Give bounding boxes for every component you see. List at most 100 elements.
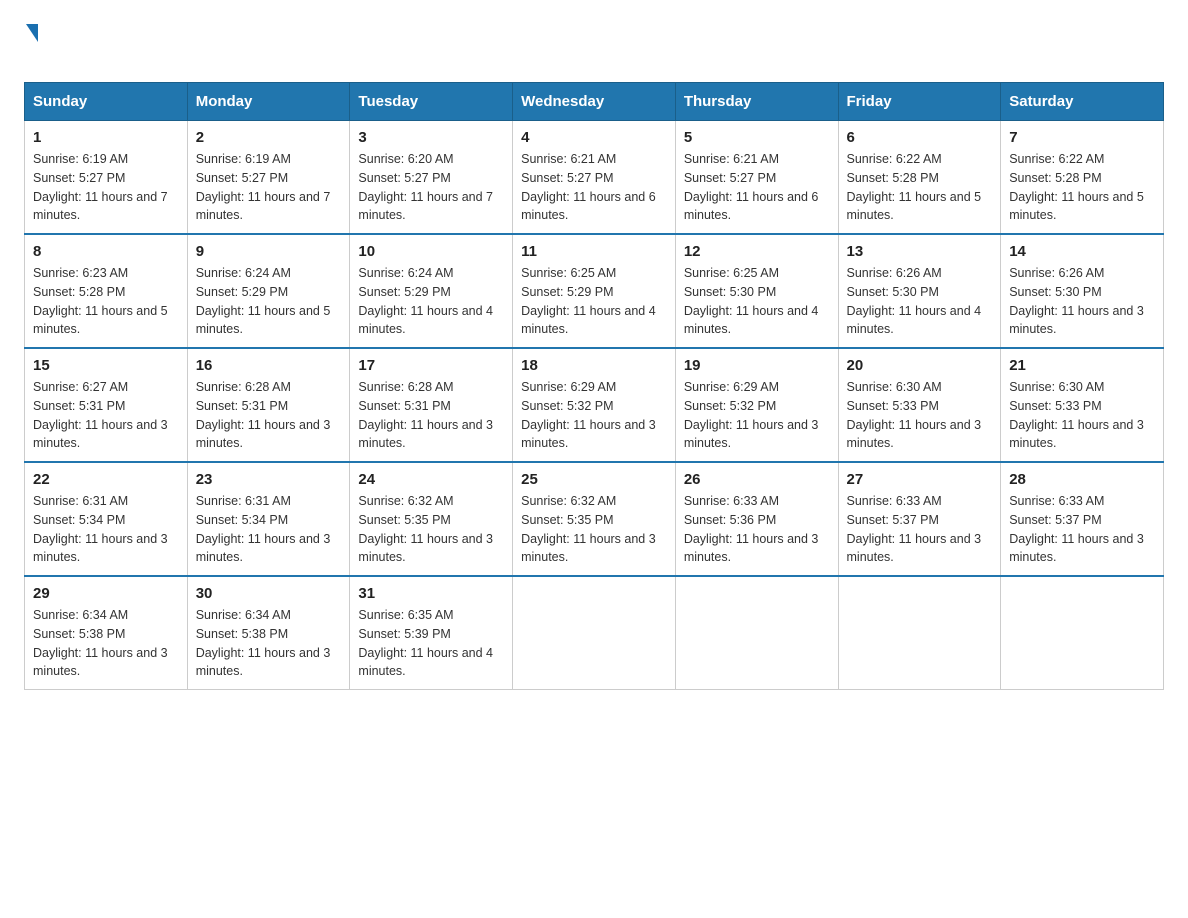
day-number: 6 [847, 129, 993, 146]
day-info: Sunrise: 6:29 AMSunset: 5:32 PMDaylight:… [521, 380, 656, 450]
day-info: Sunrise: 6:28 AMSunset: 5:31 PMDaylight:… [358, 380, 493, 450]
calendar-cell: 31 Sunrise: 6:35 AMSunset: 5:39 PMDaylig… [350, 576, 513, 690]
calendar-cell: 4 Sunrise: 6:21 AMSunset: 5:27 PMDayligh… [513, 121, 676, 235]
day-info: Sunrise: 6:19 AMSunset: 5:27 PMDaylight:… [33, 152, 168, 222]
calendar-cell: 24 Sunrise: 6:32 AMSunset: 5:35 PMDaylig… [350, 462, 513, 576]
calendar-cell: 17 Sunrise: 6:28 AMSunset: 5:31 PMDaylig… [350, 348, 513, 462]
day-number: 20 [847, 357, 993, 374]
day-number: 27 [847, 471, 993, 488]
calendar-week-row: 1 Sunrise: 6:19 AMSunset: 5:27 PMDayligh… [25, 121, 1164, 235]
day-info: Sunrise: 6:22 AMSunset: 5:28 PMDaylight:… [1009, 152, 1144, 222]
calendar-cell: 3 Sunrise: 6:20 AMSunset: 5:27 PMDayligh… [350, 121, 513, 235]
calendar-cell: 27 Sunrise: 6:33 AMSunset: 5:37 PMDaylig… [838, 462, 1001, 576]
day-number: 8 [33, 243, 179, 260]
calendar-cell: 10 Sunrise: 6:24 AMSunset: 5:29 PMDaylig… [350, 234, 513, 348]
calendar-cell: 6 Sunrise: 6:22 AMSunset: 5:28 PMDayligh… [838, 121, 1001, 235]
calendar-week-row: 29 Sunrise: 6:34 AMSunset: 5:38 PMDaylig… [25, 576, 1164, 690]
day-info: Sunrise: 6:32 AMSunset: 5:35 PMDaylight:… [521, 494, 656, 564]
day-info: Sunrise: 6:33 AMSunset: 5:37 PMDaylight:… [847, 494, 982, 564]
calendar-cell: 8 Sunrise: 6:23 AMSunset: 5:28 PMDayligh… [25, 234, 188, 348]
calendar-cell: 15 Sunrise: 6:27 AMSunset: 5:31 PMDaylig… [25, 348, 188, 462]
day-info: Sunrise: 6:31 AMSunset: 5:34 PMDaylight:… [196, 494, 331, 564]
calendar-week-row: 22 Sunrise: 6:31 AMSunset: 5:34 PMDaylig… [25, 462, 1164, 576]
day-info: Sunrise: 6:31 AMSunset: 5:34 PMDaylight:… [33, 494, 168, 564]
day-info: Sunrise: 6:34 AMSunset: 5:38 PMDaylight:… [196, 608, 331, 678]
header-monday: Monday [187, 83, 350, 121]
day-info: Sunrise: 6:35 AMSunset: 5:39 PMDaylight:… [358, 608, 493, 678]
calendar-cell [838, 576, 1001, 690]
calendar-cell: 9 Sunrise: 6:24 AMSunset: 5:29 PMDayligh… [187, 234, 350, 348]
day-number: 25 [521, 471, 667, 488]
calendar-cell: 13 Sunrise: 6:26 AMSunset: 5:30 PMDaylig… [838, 234, 1001, 348]
day-number: 10 [358, 243, 504, 260]
day-info: Sunrise: 6:26 AMSunset: 5:30 PMDaylight:… [847, 266, 982, 336]
calendar-cell: 30 Sunrise: 6:34 AMSunset: 5:38 PMDaylig… [187, 576, 350, 690]
day-number: 4 [521, 129, 667, 146]
header-thursday: Thursday [675, 83, 838, 121]
calendar-cell: 26 Sunrise: 6:33 AMSunset: 5:36 PMDaylig… [675, 462, 838, 576]
day-number: 26 [684, 471, 830, 488]
day-number: 15 [33, 357, 179, 374]
day-number: 12 [684, 243, 830, 260]
calendar-cell: 29 Sunrise: 6:34 AMSunset: 5:38 PMDaylig… [25, 576, 188, 690]
day-number: 1 [33, 129, 179, 146]
calendar-cell: 12 Sunrise: 6:25 AMSunset: 5:30 PMDaylig… [675, 234, 838, 348]
calendar-cell: 21 Sunrise: 6:30 AMSunset: 5:33 PMDaylig… [1001, 348, 1164, 462]
calendar-cell [513, 576, 676, 690]
day-number: 5 [684, 129, 830, 146]
calendar-cell: 19 Sunrise: 6:29 AMSunset: 5:32 PMDaylig… [675, 348, 838, 462]
day-info: Sunrise: 6:33 AMSunset: 5:37 PMDaylight:… [1009, 494, 1144, 564]
day-info: Sunrise: 6:23 AMSunset: 5:28 PMDaylight:… [33, 266, 168, 336]
calendar-cell: 2 Sunrise: 6:19 AMSunset: 5:27 PMDayligh… [187, 121, 350, 235]
calendar-header-row: SundayMondayTuesdayWednesdayThursdayFrid… [25, 83, 1164, 121]
day-info: Sunrise: 6:25 AMSunset: 5:30 PMDaylight:… [684, 266, 819, 336]
calendar-cell [1001, 576, 1164, 690]
day-number: 9 [196, 243, 342, 260]
header-tuesday: Tuesday [350, 83, 513, 121]
calendar-week-row: 8 Sunrise: 6:23 AMSunset: 5:28 PMDayligh… [25, 234, 1164, 348]
day-info: Sunrise: 6:27 AMSunset: 5:31 PMDaylight:… [33, 380, 168, 450]
calendar-table: SundayMondayTuesdayWednesdayThursdayFrid… [24, 82, 1164, 690]
day-info: Sunrise: 6:21 AMSunset: 5:27 PMDaylight:… [684, 152, 819, 222]
calendar-cell: 25 Sunrise: 6:32 AMSunset: 5:35 PMDaylig… [513, 462, 676, 576]
day-info: Sunrise: 6:30 AMSunset: 5:33 PMDaylight:… [1009, 380, 1144, 450]
calendar-cell: 14 Sunrise: 6:26 AMSunset: 5:30 PMDaylig… [1001, 234, 1164, 348]
day-number: 23 [196, 471, 342, 488]
day-number: 7 [1009, 129, 1155, 146]
calendar-cell [675, 576, 838, 690]
day-number: 18 [521, 357, 667, 374]
logo [24, 24, 38, 66]
day-number: 24 [358, 471, 504, 488]
calendar-cell: 18 Sunrise: 6:29 AMSunset: 5:32 PMDaylig… [513, 348, 676, 462]
day-info: Sunrise: 6:19 AMSunset: 5:27 PMDaylight:… [196, 152, 331, 222]
day-number: 21 [1009, 357, 1155, 374]
day-number: 28 [1009, 471, 1155, 488]
day-number: 30 [196, 585, 342, 602]
page-header [24, 24, 1164, 66]
calendar-cell: 1 Sunrise: 6:19 AMSunset: 5:27 PMDayligh… [25, 121, 188, 235]
calendar-cell: 16 Sunrise: 6:28 AMSunset: 5:31 PMDaylig… [187, 348, 350, 462]
day-number: 16 [196, 357, 342, 374]
calendar-cell: 7 Sunrise: 6:22 AMSunset: 5:28 PMDayligh… [1001, 121, 1164, 235]
calendar-cell: 22 Sunrise: 6:31 AMSunset: 5:34 PMDaylig… [25, 462, 188, 576]
day-info: Sunrise: 6:28 AMSunset: 5:31 PMDaylight:… [196, 380, 331, 450]
calendar-cell: 23 Sunrise: 6:31 AMSunset: 5:34 PMDaylig… [187, 462, 350, 576]
day-info: Sunrise: 6:29 AMSunset: 5:32 PMDaylight:… [684, 380, 819, 450]
calendar-week-row: 15 Sunrise: 6:27 AMSunset: 5:31 PMDaylig… [25, 348, 1164, 462]
day-number: 19 [684, 357, 830, 374]
header-saturday: Saturday [1001, 83, 1164, 121]
day-info: Sunrise: 6:34 AMSunset: 5:38 PMDaylight:… [33, 608, 168, 678]
day-number: 29 [33, 585, 179, 602]
day-info: Sunrise: 6:24 AMSunset: 5:29 PMDaylight:… [358, 266, 493, 336]
day-info: Sunrise: 6:30 AMSunset: 5:33 PMDaylight:… [847, 380, 982, 450]
day-number: 13 [847, 243, 993, 260]
day-number: 2 [196, 129, 342, 146]
day-number: 3 [358, 129, 504, 146]
calendar-cell: 28 Sunrise: 6:33 AMSunset: 5:37 PMDaylig… [1001, 462, 1164, 576]
calendar-cell: 11 Sunrise: 6:25 AMSunset: 5:29 PMDaylig… [513, 234, 676, 348]
day-info: Sunrise: 6:32 AMSunset: 5:35 PMDaylight:… [358, 494, 493, 564]
header-wednesday: Wednesday [513, 83, 676, 121]
day-info: Sunrise: 6:20 AMSunset: 5:27 PMDaylight:… [358, 152, 493, 222]
day-number: 22 [33, 471, 179, 488]
calendar-cell: 5 Sunrise: 6:21 AMSunset: 5:27 PMDayligh… [675, 121, 838, 235]
